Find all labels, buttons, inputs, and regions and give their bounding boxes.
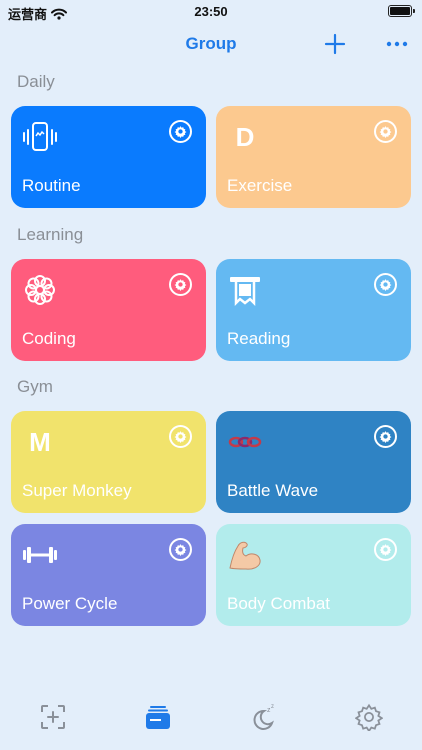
card-label: Coding xyxy=(22,329,76,348)
card-label: Super Monkey xyxy=(22,481,132,500)
card-label: Exercise xyxy=(227,176,293,195)
section-title-gym: Gym xyxy=(17,377,53,396)
card-coding[interactable]: Coding xyxy=(11,259,206,361)
card-settings-gear-icon[interactable] xyxy=(374,273,397,296)
plus-icon xyxy=(324,33,346,55)
battery-icon xyxy=(388,5,415,17)
svg-text:z: z xyxy=(271,704,274,710)
card-label: Battle Wave xyxy=(227,481,319,500)
card-label: Body Combat xyxy=(227,594,330,613)
settings-gear-icon xyxy=(355,703,383,731)
status-time: 23:50 xyxy=(194,4,228,19)
add-button[interactable] xyxy=(322,31,348,57)
card-settings-gear-icon[interactable] xyxy=(374,538,397,561)
card-settings-gear-icon[interactable] xyxy=(374,425,397,448)
section-title-daily: Daily xyxy=(17,72,55,91)
letter-d-icon: D xyxy=(235,121,255,152)
card-settings-gear-icon[interactable] xyxy=(169,273,192,296)
card-settings-gear-icon[interactable] xyxy=(169,538,192,561)
card-power-cycle[interactable]: Power Cycle xyxy=(11,524,206,626)
page-title: Group xyxy=(185,34,237,53)
card-super-monkey[interactable]: M Super Monkey xyxy=(11,411,206,513)
card-body-combat[interactable]: Body Combat xyxy=(216,524,411,626)
card-label: Routine xyxy=(22,176,81,195)
dumbbell-icon xyxy=(21,536,59,574)
receipt-icon xyxy=(226,271,264,309)
more-button[interactable] xyxy=(384,31,410,57)
card-label: Reading xyxy=(227,329,291,348)
card-settings-gear-icon[interactable] xyxy=(169,425,192,448)
card-routine[interactable]: Routine xyxy=(11,106,206,208)
card-settings-gear-icon[interactable] xyxy=(374,120,397,143)
ellipsis-icon xyxy=(386,41,408,47)
card-exercise[interactable]: D Exercise xyxy=(216,106,411,208)
tab-cards[interactable] xyxy=(143,702,173,732)
navigation-bar: Group xyxy=(0,28,422,62)
tab-settings[interactable] xyxy=(354,702,384,732)
section-title-learning: Learning xyxy=(17,225,84,244)
flexed-biceps-icon xyxy=(226,536,264,574)
card-settings-gear-icon[interactable] xyxy=(169,120,192,143)
letter-m-icon: M xyxy=(29,426,51,457)
tab-sleep[interactable]: z z xyxy=(249,702,279,732)
cards-icon xyxy=(146,706,170,729)
status-bar: 运营商 23:50 xyxy=(0,0,422,24)
tab-add[interactable] xyxy=(38,702,68,732)
tab-bar: z z xyxy=(0,686,422,750)
card-reading[interactable]: Reading xyxy=(216,259,411,361)
chain-icon xyxy=(226,423,264,461)
sleep-moon-icon: z z xyxy=(253,704,274,730)
flower-icon xyxy=(21,271,59,309)
add-frame-icon xyxy=(41,705,65,729)
card-label: Power Cycle xyxy=(22,594,118,613)
phone-vibrate-icon xyxy=(21,118,59,156)
card-battle-wave[interactable]: Battle Wave xyxy=(216,411,411,513)
